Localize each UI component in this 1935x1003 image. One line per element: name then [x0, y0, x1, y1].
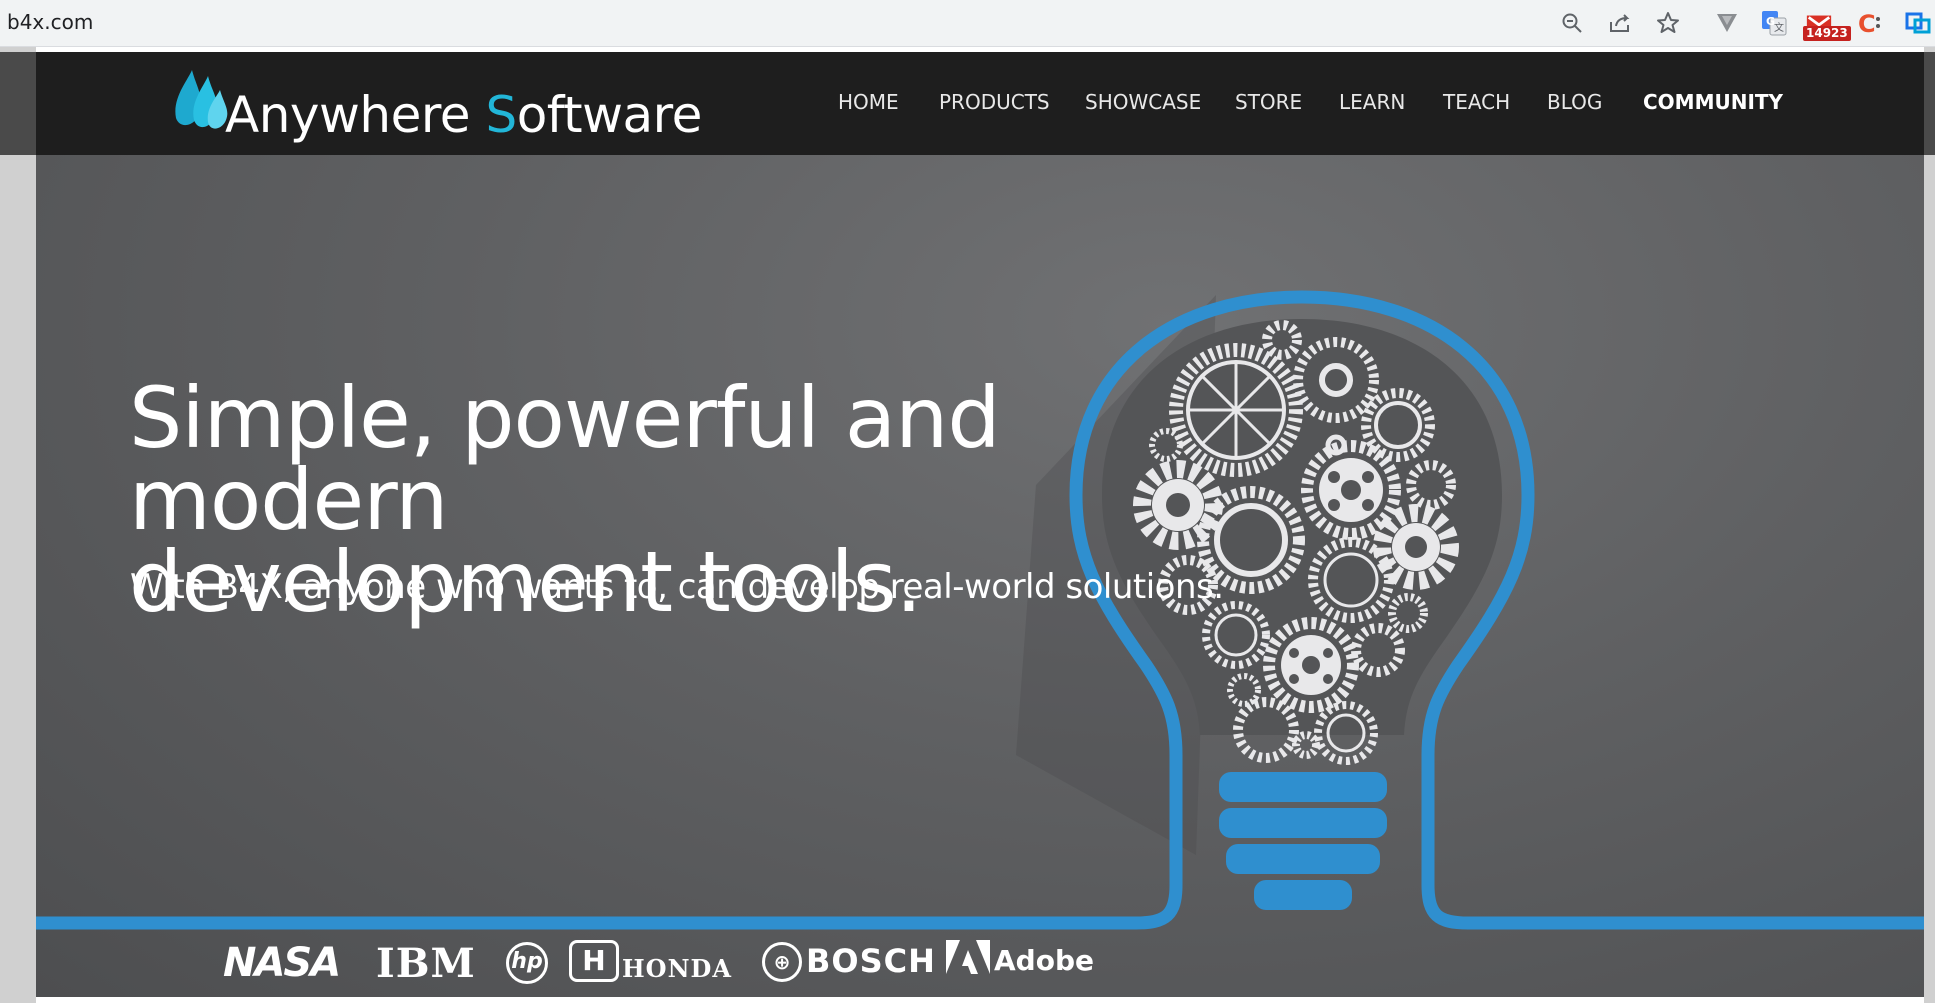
nasa-logo: NASA [223, 940, 341, 986]
nav-teach[interactable]: TEACH [1443, 90, 1510, 114]
nav-blog[interactable]: BLOG [1547, 90, 1602, 114]
nav-showcase[interactable]: SHOWCASE [1085, 90, 1201, 114]
client-logos-strip: NASA IBM hp H HONDA ⊕ BOSCH Adobe [36, 930, 1924, 997]
share-icon[interactable] [1606, 9, 1634, 37]
svg-text:文: 文 [1774, 21, 1784, 34]
svg-text:C: C [1858, 10, 1876, 36]
honda-mark-icon: H [569, 940, 619, 982]
hero-subtitle: With B4X, anyone who wants to, can devel… [130, 567, 1224, 607]
url-text[interactable]: b4x.com [7, 10, 93, 34]
adobe-mark-icon [946, 940, 990, 974]
hero-title-line1: Simple, powerful and modern [129, 369, 1001, 549]
main-nav: HOME PRODUCTS SHOWCASE STORE LEARN TEACH… [36, 52, 1924, 155]
vimium-extension-icon[interactable] [1713, 9, 1741, 37]
star-icon[interactable] [1654, 9, 1682, 37]
honda-logo: HONDA [622, 954, 732, 983]
hero-banner: Simple, powerful and modern development … [36, 155, 1924, 997]
zoom-icon[interactable] [1558, 9, 1586, 37]
bosch-logo: BOSCH [806, 942, 936, 980]
screen-capture-extension-icon[interactable] [1904, 9, 1932, 37]
browser-address-bar: b4x.com G文 14923 C [0, 0, 1935, 47]
nav-home[interactable]: HOME [838, 90, 899, 114]
gmail-unread-badge: 14923 [1803, 26, 1851, 41]
c-extension-icon[interactable]: C [1856, 9, 1884, 37]
translate-extension-icon[interactable]: G文 [1760, 9, 1788, 37]
nav-learn[interactable]: LEARN [1339, 90, 1405, 114]
bosch-mark-icon: ⊕ [762, 942, 802, 982]
page-gutter-left-header [0, 52, 36, 155]
adobe-logo: Adobe [994, 944, 1094, 977]
ibm-logo: IBM [376, 940, 476, 987]
site-header: Anywhere Software HOME PRODUCTS SHOWCASE… [36, 52, 1924, 155]
page-bottom-edge [36, 997, 1924, 1003]
page-gutter-right-header [1924, 52, 1935, 155]
nav-store[interactable]: STORE [1235, 90, 1302, 114]
nav-community[interactable]: COMMUNITY [1643, 90, 1783, 114]
nav-products[interactable]: PRODUCTS [939, 90, 1050, 114]
page-gutter-right [1924, 47, 1935, 1003]
page-gutter-left [0, 47, 36, 1003]
hp-logo: hp [506, 942, 548, 984]
